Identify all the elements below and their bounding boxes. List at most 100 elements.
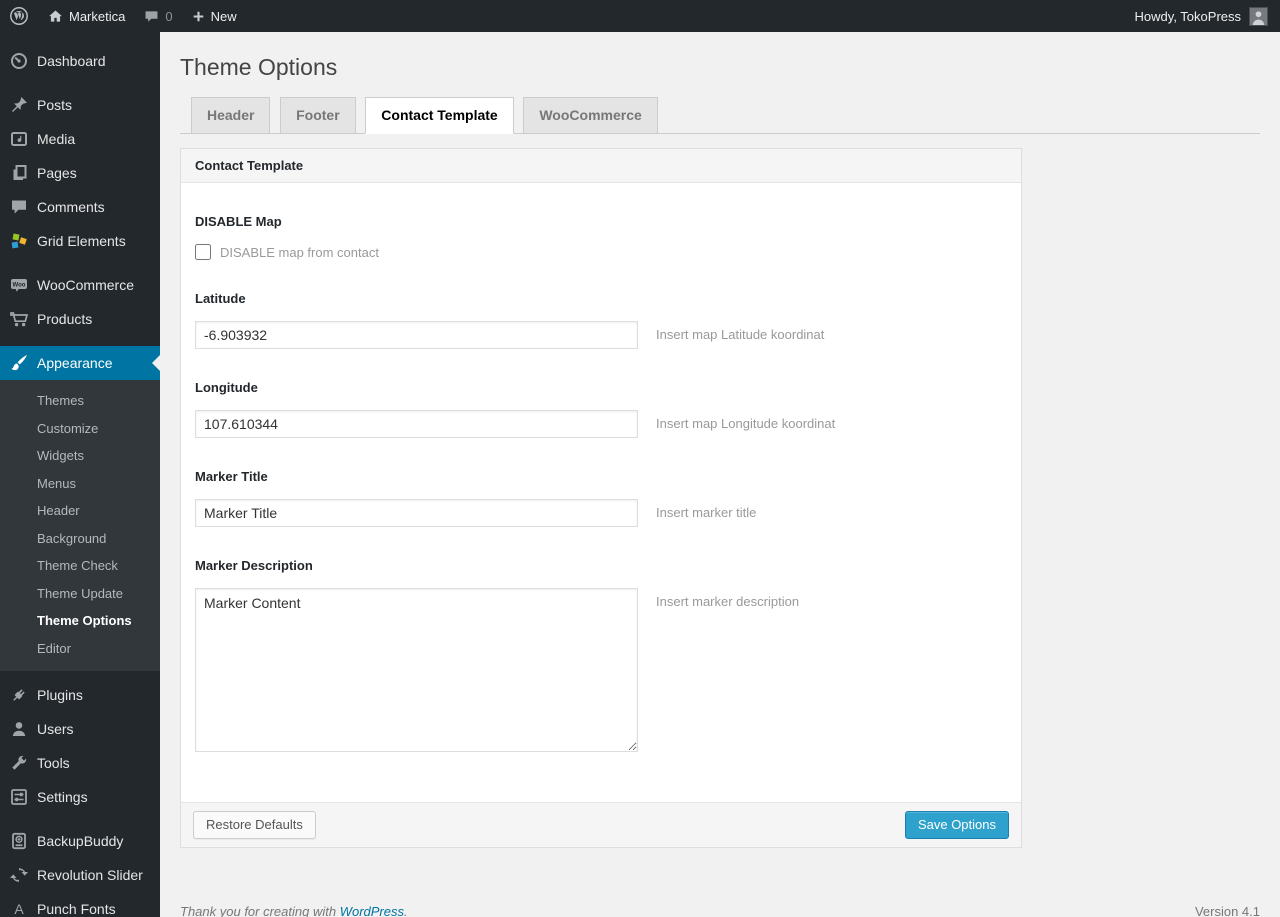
main-content: Theme Options Header Footer Contact Temp…: [160, 32, 1280, 917]
sidebar-item-backupbuddy[interactable]: BackupBuddy: [0, 824, 160, 858]
appearance-submenu: Themes Customize Widgets Menus Header Ba…: [0, 380, 160, 671]
backup-disk-icon: [0, 831, 37, 851]
media-icon: [0, 129, 37, 149]
grid-elements-icon: [0, 231, 37, 251]
thanks-text: Thank you for creating with: [180, 904, 337, 917]
contact-template-panel: Contact Template DISABLE Map DISABLE map…: [180, 148, 1022, 848]
admin-sidebar-menu: Dashboard Posts Media Pages Comments Gri…: [0, 32, 160, 917]
tab-footer[interactable]: Footer: [280, 97, 356, 134]
submenu-item-theme-options[interactable]: Theme Options: [0, 607, 160, 635]
new-content-menu[interactable]: New: [182, 0, 246, 32]
sidebar-item-comments[interactable]: Comments: [0, 190, 160, 224]
dashboard-gauge-icon: [0, 51, 37, 71]
menu-separator: [0, 258, 160, 268]
marker-description-textarea[interactable]: Marker Content: [195, 588, 638, 752]
disable-map-checkbox[interactable]: [195, 244, 211, 260]
marker-title-input[interactable]: [195, 499, 638, 527]
submenu-item-themes[interactable]: Themes: [0, 387, 160, 415]
sidebar-item-label: Tools: [37, 755, 70, 771]
sidebar-item-pages[interactable]: Pages: [0, 156, 160, 190]
page-footer: Thank you for creating with WordPress. V…: [180, 904, 1260, 917]
menu-separator: [0, 78, 160, 88]
page-title: Theme Options: [180, 54, 338, 80]
sliders-icon: [0, 787, 37, 807]
field-description: Insert map Latitude koordinat: [656, 327, 825, 342]
sidebar-item-revolution-slider[interactable]: Revolution Slider: [0, 858, 160, 892]
sidebar-item-label: BackupBuddy: [37, 833, 124, 849]
panel-header: Contact Template: [181, 149, 1021, 183]
plus-icon: [191, 9, 206, 24]
my-account-menu[interactable]: Howdy, TokoPress: [1126, 0, 1280, 32]
submenu-item-customize[interactable]: Customize: [0, 415, 160, 443]
field-marker-description: Marker Description Marker Content Insert…: [195, 558, 1007, 752]
sidebar-item-punch-fonts[interactable]: A Punch Fonts: [0, 892, 160, 917]
sidebar-item-appearance[interactable]: Appearance: [0, 346, 160, 380]
field-description: Insert map Longitude koordinat: [656, 416, 836, 431]
tab-bar: Header Footer Contact Template WooCommer…: [180, 97, 1260, 134]
plug-icon: [0, 685, 37, 705]
howdy-text: Howdy, TokoPress: [1134, 8, 1241, 24]
panel-footer: Restore Defaults Save Options: [181, 802, 1021, 847]
submenu-item-theme-check[interactable]: Theme Check: [0, 552, 160, 580]
cycle-arrows-icon: [0, 865, 37, 885]
tab-header[interactable]: Header: [191, 97, 271, 134]
sidebar-item-posts[interactable]: Posts: [0, 88, 160, 122]
tab-woocommerce[interactable]: WooCommerce: [523, 97, 658, 134]
menu-separator: [0, 814, 160, 824]
sidebar-item-label: Media: [37, 131, 76, 147]
sidebar-item-label: Plugins: [37, 687, 83, 703]
submenu-item-background[interactable]: Background: [0, 525, 160, 553]
field-description: Insert marker description: [656, 594, 800, 609]
sidebar-item-label: Pages: [37, 165, 77, 181]
comments-admin-bar-item[interactable]: 0: [134, 0, 181, 32]
sidebar-item-label: Posts: [37, 97, 73, 113]
wordpress-logo-menu[interactable]: [0, 0, 38, 32]
submenu-item-menus[interactable]: Menus: [0, 470, 160, 498]
svg-text:A: A: [14, 901, 24, 917]
field-label: Marker Description: [195, 558, 313, 573]
longitude-input[interactable]: [195, 410, 638, 438]
comment-bubble-icon: [143, 8, 160, 25]
cart-icon: [0, 309, 37, 329]
admin-bar: Marketica 0 New Howdy, TokoPress: [0, 0, 1280, 32]
sidebar-item-label: Products: [37, 311, 93, 327]
sidebar-item-users[interactable]: Users: [0, 712, 160, 746]
submenu-item-header[interactable]: Header: [0, 497, 160, 525]
site-name-link[interactable]: Marketica: [38, 0, 134, 32]
submenu-item-theme-update[interactable]: Theme Update: [0, 580, 160, 608]
submenu-item-editor[interactable]: Editor: [0, 635, 160, 663]
letter-a-icon: A: [0, 899, 37, 917]
restore-defaults-button[interactable]: Restore Defaults: [193, 811, 316, 839]
sidebar-item-label: Users: [37, 721, 74, 737]
admin-bar-right: Howdy, TokoPress: [1126, 0, 1280, 32]
sidebar-item-plugins[interactable]: Plugins: [0, 678, 160, 712]
sidebar-item-tools[interactable]: Tools: [0, 746, 160, 780]
submenu-item-widgets[interactable]: Widgets: [0, 442, 160, 470]
svg-text:Woo: Woo: [12, 283, 25, 289]
sidebar-item-label: Punch Fonts: [37, 901, 116, 917]
sidebar-item-label: Appearance: [37, 355, 113, 371]
wrench-icon: [0, 753, 37, 773]
wordpress-link[interactable]: WordPress: [340, 904, 404, 917]
sidebar-item-woocommerce[interactable]: Woo WooCommerce: [0, 268, 160, 302]
version-text: Version 4.1: [1194, 904, 1260, 917]
user-avatar: [1249, 6, 1268, 26]
menu-separator: [0, 336, 160, 346]
sidebar-item-grid-elements[interactable]: Grid Elements: [0, 224, 160, 258]
sidebar-item-products[interactable]: Products: [0, 302, 160, 336]
tab-contact-template[interactable]: Contact Template: [365, 97, 514, 134]
pushpin-icon: [0, 95, 37, 115]
field-label: Longitude: [195, 380, 258, 395]
field-longitude: Longitude Insert map Longitude koordinat: [195, 380, 1007, 438]
woocommerce-badge-icon: Woo: [0, 275, 37, 295]
site-name: Marketica: [69, 8, 126, 24]
field-label: Latitude: [195, 291, 246, 306]
field-label: DISABLE Map: [195, 214, 282, 229]
sidebar-item-label: Comments: [37, 199, 105, 215]
latitude-input[interactable]: [195, 321, 638, 349]
sidebar-item-settings[interactable]: Settings: [0, 780, 160, 814]
sidebar-item-media[interactable]: Media: [0, 122, 160, 156]
admin-bar-left: Marketica 0 New: [0, 0, 246, 32]
sidebar-item-dashboard[interactable]: Dashboard: [0, 44, 160, 78]
save-options-button[interactable]: Save Options: [904, 811, 1009, 839]
